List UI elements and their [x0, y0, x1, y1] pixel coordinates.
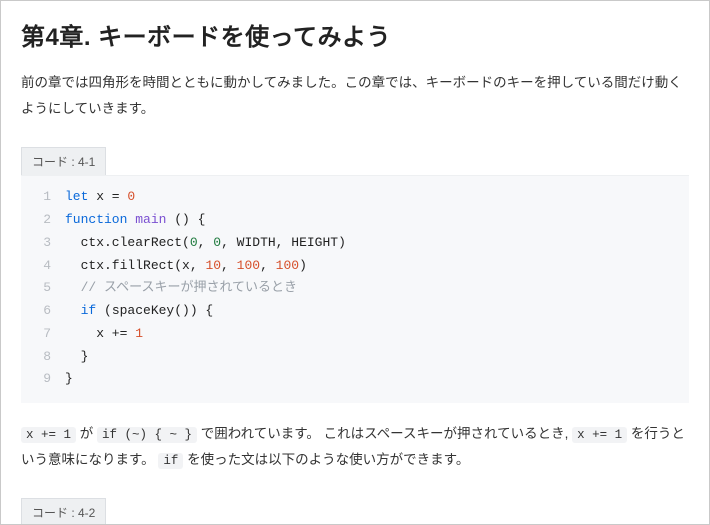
- code-content: ctx.clearRect(0, 0, WIDTH, HEIGHT): [65, 232, 346, 255]
- explanation-paragraph: x += 1 が if (~) { ~ } で囲われています。 これはスペースキ…: [21, 421, 689, 474]
- code-content: }: [65, 346, 88, 369]
- chapter-title: 第4章. キーボードを使ってみよう: [21, 17, 689, 52]
- code-block-4-1: 1let x = 02function main () {3 ctx.clear…: [21, 175, 689, 403]
- code-label-4-1: コード : 4-1: [21, 147, 106, 175]
- line-number: 6: [21, 300, 65, 323]
- inline-code: x += 1: [21, 427, 76, 443]
- line-number: 7: [21, 323, 65, 346]
- code-content: x += 1: [65, 323, 143, 346]
- inline-code: if: [158, 453, 183, 469]
- code-line: 6 if (spaceKey()) {: [21, 300, 689, 323]
- line-number: 9: [21, 368, 65, 391]
- code-content: function main () {: [65, 209, 205, 232]
- code-line: 4 ctx.fillRect(x, 10, 100, 100): [21, 255, 689, 278]
- code-line: 3 ctx.clearRect(0, 0, WIDTH, HEIGHT): [21, 232, 689, 255]
- code-content: if (spaceKey()) {: [65, 300, 213, 323]
- code-content: }: [65, 368, 73, 391]
- line-number: 3: [21, 232, 65, 255]
- intro-paragraph: 前の章では四角形を時間とともに動かしてみました。この章では、キーボードのキーを押…: [21, 70, 689, 121]
- text-segment: が: [76, 426, 97, 441]
- code-line: 9}: [21, 368, 689, 391]
- line-number: 1: [21, 186, 65, 209]
- code-label-4-2: コード : 4-2: [21, 498, 106, 525]
- code-line: 8 }: [21, 346, 689, 369]
- text-segment: で囲われています。 これはスペースキーが押されているとき,: [197, 426, 572, 441]
- code-content: ctx.fillRect(x, 10, 100, 100): [65, 255, 307, 278]
- inline-code: x += 1: [572, 427, 627, 443]
- document-page: 第4章. キーボードを使ってみよう 前の章では四角形を時間とともに動かしてみまし…: [0, 0, 710, 525]
- code-line: 2function main () {: [21, 209, 689, 232]
- line-number: 4: [21, 255, 65, 278]
- code-content: let x = 0: [65, 186, 135, 209]
- text-segment: を使った文は以下のような使い方ができます。: [183, 452, 469, 467]
- line-number: 2: [21, 209, 65, 232]
- code-content: // スペースキーが押されているとき: [65, 277, 297, 300]
- code-line: 5 // スペースキーが押されているとき: [21, 277, 689, 300]
- code-line: 7 x += 1: [21, 323, 689, 346]
- line-number: 5: [21, 277, 65, 300]
- inline-code: if (~) { ~ }: [97, 427, 197, 443]
- line-number: 8: [21, 346, 65, 369]
- code-line: 1let x = 0: [21, 186, 689, 209]
